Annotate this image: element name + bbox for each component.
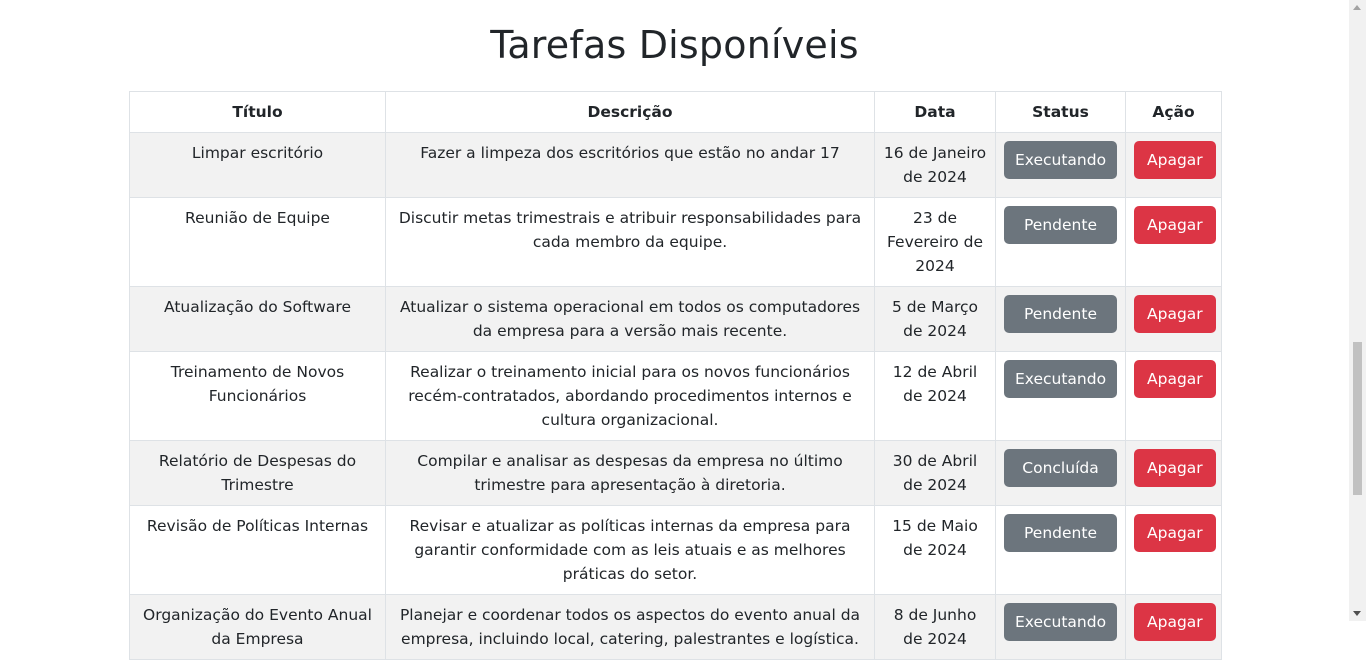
task-description: Realizar o treinamento inicial para os n… <box>385 351 875 441</box>
task-title: Revisão de Políticas Internas <box>129 505 386 595</box>
task-title: Relatório de Despesas do Trimestre <box>129 440 386 506</box>
task-description: Revisar e atualizar as políticas interna… <box>385 505 875 595</box>
column-header-status: Status <box>995 91 1126 133</box>
column-header-date: Data <box>874 91 996 133</box>
task-action-cell: Apagar <box>1125 351 1222 441</box>
scroll-up-arrow-icon[interactable] <box>1353 5 1361 10</box>
delete-button[interactable]: Apagar <box>1134 514 1216 552</box>
table-header-row: Título Descrição Data Status Ação <box>129 91 1222 133</box>
delete-button[interactable]: Apagar <box>1134 603 1216 641</box>
task-status-cell: Pendente <box>995 505 1126 595</box>
task-title: Limpar escritório <box>129 132 386 198</box>
task-status-cell: Concluída <box>995 440 1126 506</box>
task-action-cell: Apagar <box>1125 197 1222 287</box>
task-date: 23 de Fevereiro de 2024 <box>874 197 996 287</box>
task-date: 16 de Janeiro de 2024 <box>874 132 996 198</box>
task-description: Fazer a limpeza dos escritórios que estã… <box>385 132 875 198</box>
column-header-action: Ação <box>1125 91 1222 133</box>
table-row: Limpar escritório Fazer a limpeza dos es… <box>129 132 1222 198</box>
task-action-cell: Apagar <box>1125 594 1222 660</box>
task-title: Reunião de Equipe <box>129 197 386 287</box>
delete-button[interactable]: Apagar <box>1134 295 1216 333</box>
delete-button[interactable]: Apagar <box>1134 206 1216 244</box>
task-date: 30 de Abril de 2024 <box>874 440 996 506</box>
task-description: Discutir metas trimestrais e atribuir re… <box>385 197 875 287</box>
table-row: Treinamento de Novos Funcionários Realiz… <box>129 351 1222 441</box>
table-row: Organização do Evento Anual da Empresa P… <box>129 594 1222 660</box>
task-date: 12 de Abril de 2024 <box>874 351 996 441</box>
tasks-table: Título Descrição Data Status Ação Limpar… <box>129 91 1222 660</box>
task-description: Atualizar o sistema operacional em todos… <box>385 286 875 352</box>
status-button[interactable]: Concluída <box>1004 449 1117 487</box>
status-button[interactable]: Executando <box>1004 141 1117 179</box>
table-row: Revisão de Políticas Internas Revisar e … <box>129 505 1222 595</box>
status-button[interactable]: Pendente <box>1004 206 1117 244</box>
task-date: 8 de Junho de 2024 <box>874 594 996 660</box>
delete-button[interactable]: Apagar <box>1134 449 1216 487</box>
task-title: Treinamento de Novos Funcionários <box>129 351 386 441</box>
task-action-cell: Apagar <box>1125 505 1222 595</box>
task-status-cell: Executando <box>995 351 1126 441</box>
scroll-down-arrow-icon[interactable] <box>1353 611 1361 616</box>
status-button[interactable]: Executando <box>1004 360 1117 398</box>
task-title: Organização do Evento Anual da Empresa <box>129 594 386 660</box>
status-button[interactable]: Executando <box>1004 603 1117 641</box>
task-status-cell: Executando <box>995 132 1126 198</box>
task-action-cell: Apagar <box>1125 440 1222 506</box>
task-action-cell: Apagar <box>1125 132 1222 198</box>
status-button[interactable]: Pendente <box>1004 295 1117 333</box>
table-row: Atualização do Software Atualizar o sist… <box>129 286 1222 352</box>
table-row: Reunião de Equipe Discutir metas trimest… <box>129 197 1222 287</box>
task-status-cell: Pendente <box>995 286 1126 352</box>
table-row: Relatório de Despesas do Trimestre Compi… <box>129 440 1222 506</box>
delete-button[interactable]: Apagar <box>1134 141 1216 179</box>
task-description: Compilar e analisar as despesas da empre… <box>385 440 875 506</box>
task-status-cell: Executando <box>995 594 1126 660</box>
task-description: Planejar e coordenar todos os aspectos d… <box>385 594 875 660</box>
status-button[interactable]: Pendente <box>1004 514 1117 552</box>
page-title: Tarefas Disponíveis <box>490 23 859 67</box>
task-status-cell: Pendente <box>995 197 1126 287</box>
task-title: Atualização do Software <box>129 286 386 352</box>
task-date: 5 de Março de 2024 <box>874 286 996 352</box>
delete-button[interactable]: Apagar <box>1134 360 1216 398</box>
column-header-title: Título <box>129 91 386 133</box>
task-date: 15 de Maio de 2024 <box>874 505 996 595</box>
column-header-description: Descrição <box>385 91 875 133</box>
scrollbar-thumb[interactable] <box>1353 342 1362 495</box>
task-action-cell: Apagar <box>1125 286 1222 352</box>
vertical-scrollbar[interactable] <box>1349 0 1366 621</box>
